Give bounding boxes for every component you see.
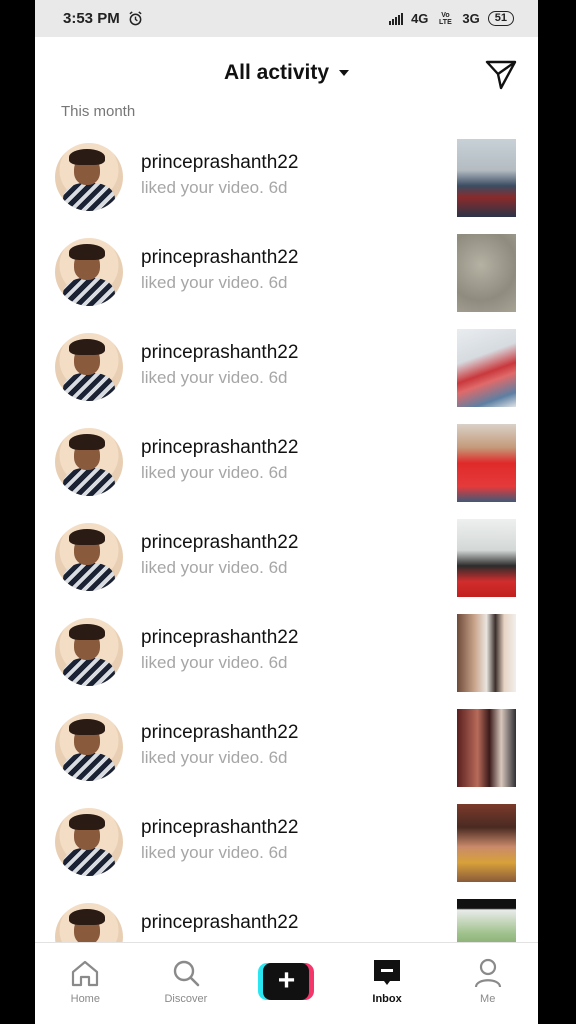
battery-icon: 51: [487, 11, 514, 26]
tab-label: Me: [480, 993, 496, 1005]
activity-age: 6d: [268, 748, 288, 767]
avatar[interactable]: [55, 618, 123, 686]
activity-item[interactable]: princeprashanth22 liked your video. 6d: [35, 327, 538, 422]
tab-label: Home: [70, 993, 100, 1005]
status-bar: 3:53 PM 4G Vo LTE 3G 51: [35, 0, 538, 37]
direct-message-icon[interactable]: [484, 57, 518, 91]
section-label: This month: [61, 103, 136, 120]
username[interactable]: princeprashanth22: [141, 912, 298, 934]
caret-down-icon: [339, 70, 350, 76]
video-thumbnail[interactable]: [457, 804, 516, 882]
avatar[interactable]: [55, 428, 123, 496]
status-time: 3:53 PM: [63, 10, 120, 27]
activity-text: liked your video. 6d: [141, 748, 288, 767]
username[interactable]: princeprashanth22: [141, 247, 298, 269]
network-type-3g: 3G: [462, 11, 480, 26]
activity-item[interactable]: princeprashanth22 liked your video. 6d: [35, 802, 538, 897]
username[interactable]: princeprashanth22: [141, 817, 298, 839]
activity-text: liked your video. 6d: [141, 843, 288, 862]
tab-me[interactable]: Me: [443, 943, 533, 1005]
activity-text: liked your video. 6d: [141, 463, 288, 482]
username[interactable]: princeprashanth22: [141, 437, 298, 459]
activity-item[interactable]: princeprashanth22 liked your video. 6d: [35, 612, 538, 707]
username[interactable]: princeprashanth22: [141, 627, 298, 649]
tab-inbox[interactable]: Inbox: [342, 943, 432, 1005]
video-thumbnail[interactable]: [457, 139, 516, 217]
video-thumbnail[interactable]: [457, 709, 516, 787]
activity-list: princeprashanth22 liked your video. 6d p…: [35, 137, 538, 992]
tab-label: Inbox: [372, 993, 402, 1005]
video-thumbnail[interactable]: [457, 234, 516, 312]
inbox-icon: [374, 960, 401, 985]
activity-age: 6d: [268, 843, 288, 862]
tab-discover[interactable]: Discover: [141, 943, 231, 1005]
username[interactable]: princeprashanth22: [141, 342, 298, 364]
activity-text: liked your video. 6d: [141, 178, 288, 197]
create-video-button[interactable]: +: [258, 963, 315, 1000]
username[interactable]: princeprashanth22: [141, 532, 298, 554]
plus-icon: +: [263, 963, 310, 1000]
activity-age: 6d: [268, 558, 288, 577]
activity-text: liked your video. 6d: [141, 368, 288, 387]
activity-item[interactable]: princeprashanth22 liked your video. 6d: [35, 422, 538, 517]
activity-item[interactable]: princeprashanth22 liked your video. 6d: [35, 137, 538, 232]
activity-age: 6d: [268, 463, 288, 482]
home-icon: [72, 960, 99, 987]
search-icon: [173, 960, 200, 987]
tab-home[interactable]: Home: [40, 943, 130, 1005]
activity-filter-dropdown[interactable]: All activity: [223, 61, 350, 85]
alarm-icon: [129, 11, 142, 26]
activity-item[interactable]: princeprashanth22 liked your video. 6d: [35, 517, 538, 612]
app-screen: 3:53 PM 4G Vo LTE 3G 51 All activity Thi…: [35, 0, 538, 1024]
video-thumbnail[interactable]: [457, 424, 516, 502]
activity-text: liked your video. 6d: [141, 558, 288, 577]
video-thumbnail[interactable]: [457, 614, 516, 692]
avatar[interactable]: [55, 238, 123, 306]
video-thumbnail[interactable]: [457, 519, 516, 597]
tab-label: Discover: [164, 993, 208, 1005]
username[interactable]: princeprashanth22: [141, 152, 298, 174]
activity-text: liked your video. 6d: [141, 273, 288, 292]
activity-age: 6d: [268, 178, 288, 197]
avatar[interactable]: [55, 333, 123, 401]
avatar[interactable]: [55, 143, 123, 211]
activity-text: liked your video. 6d: [141, 653, 288, 672]
activity-age: 6d: [268, 368, 288, 387]
person-icon: [474, 958, 501, 988]
username[interactable]: princeprashanth22: [141, 722, 298, 744]
avatar[interactable]: [55, 713, 123, 781]
tab-create[interactable]: +: [241, 943, 331, 1000]
volte-label: Vo LTE: [439, 11, 452, 26]
activity-item[interactable]: princeprashanth22 liked your video. 6d: [35, 707, 538, 802]
network-type-4g: 4G: [411, 11, 429, 26]
activity-age: 6d: [268, 273, 288, 292]
header-title: All activity: [223, 61, 330, 84]
video-thumbnail[interactable]: [457, 329, 516, 407]
avatar[interactable]: [55, 808, 123, 876]
activity-age: 6d: [268, 653, 288, 672]
activity-item[interactable]: princeprashanth22 liked your video. 6d: [35, 232, 538, 327]
inbox-header: All activity: [35, 37, 538, 109]
avatar[interactable]: [55, 523, 123, 591]
signal-icon: [389, 12, 404, 25]
bottom-tab-bar: Home Discover + Inbox Me: [35, 942, 538, 1024]
